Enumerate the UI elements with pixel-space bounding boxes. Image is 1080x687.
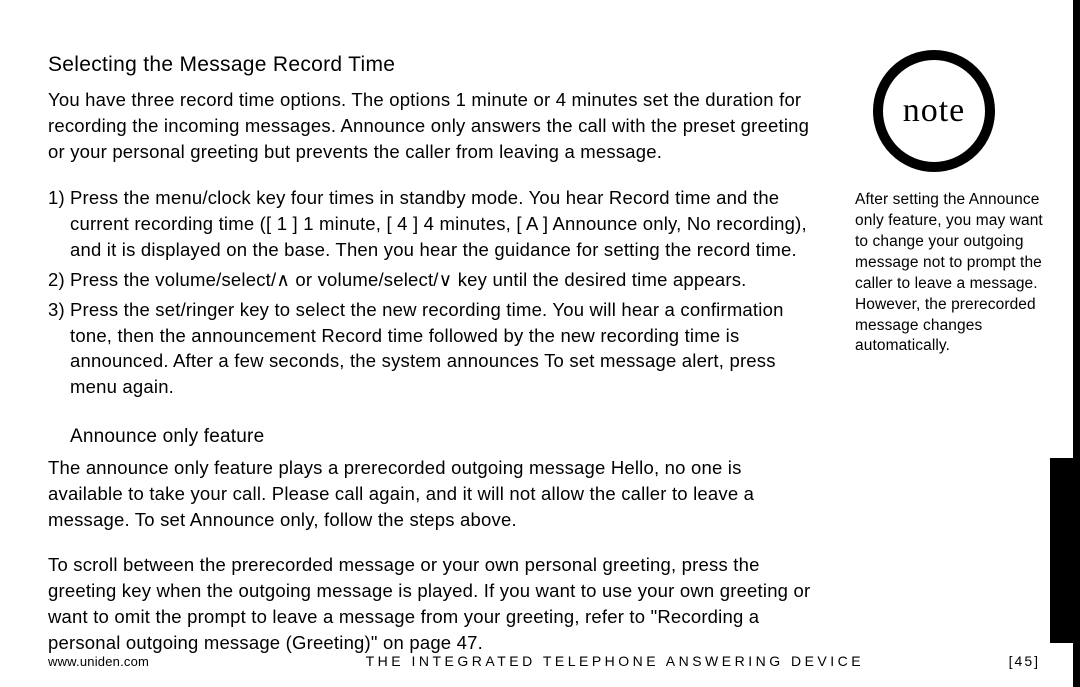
section-heading: Selecting the Message Record Time xyxy=(48,50,820,79)
steps-list: 1) Press the menu/clock key four times i… xyxy=(48,185,820,400)
page-tab-marker xyxy=(1050,458,1080,643)
subheading: Announce only feature xyxy=(70,424,820,451)
step-number: 2) xyxy=(48,267,70,293)
footer-title: THE INTEGRATED TELEPHONE ANSWERING DEVIC… xyxy=(229,653,1001,669)
step-1: 1) Press the menu/clock key four times i… xyxy=(48,185,820,263)
step-body: Press the set/ringer key to select the n… xyxy=(70,297,820,401)
footer: www.uniden.com THE INTEGRATED TELEPHONE … xyxy=(48,653,1040,669)
note-circle-icon: note xyxy=(873,50,995,172)
note-text: After setting the Announce only feature,… xyxy=(855,190,1050,357)
step-body: Press the volume/select/∧ or volume/sele… xyxy=(70,267,820,293)
announce-paragraph: The announce only feature plays a prerec… xyxy=(48,455,820,533)
footer-page-number: [45] xyxy=(1009,653,1040,669)
main-content: Selecting the Message Record Time You ha… xyxy=(0,0,840,687)
intro-paragraph: You have three record time options. The … xyxy=(48,87,820,165)
step-2: 2) Press the volume/select/∧ or volume/s… xyxy=(48,267,820,293)
step-body: Press the menu/clock key four times in s… xyxy=(70,185,820,263)
footer-url: www.uniden.com xyxy=(48,654,149,669)
note-sidebar: note After setting the Announce only fea… xyxy=(855,50,1050,357)
scroll-paragraph: To scroll between the prerecorded messag… xyxy=(48,552,820,656)
page: Selecting the Message Record Time You ha… xyxy=(0,0,1080,687)
note-label: note xyxy=(903,92,966,130)
step-3: 3) Press the set/ringer key to select th… xyxy=(48,297,820,401)
step-number: 3) xyxy=(48,297,70,401)
step-number: 1) xyxy=(48,185,70,263)
